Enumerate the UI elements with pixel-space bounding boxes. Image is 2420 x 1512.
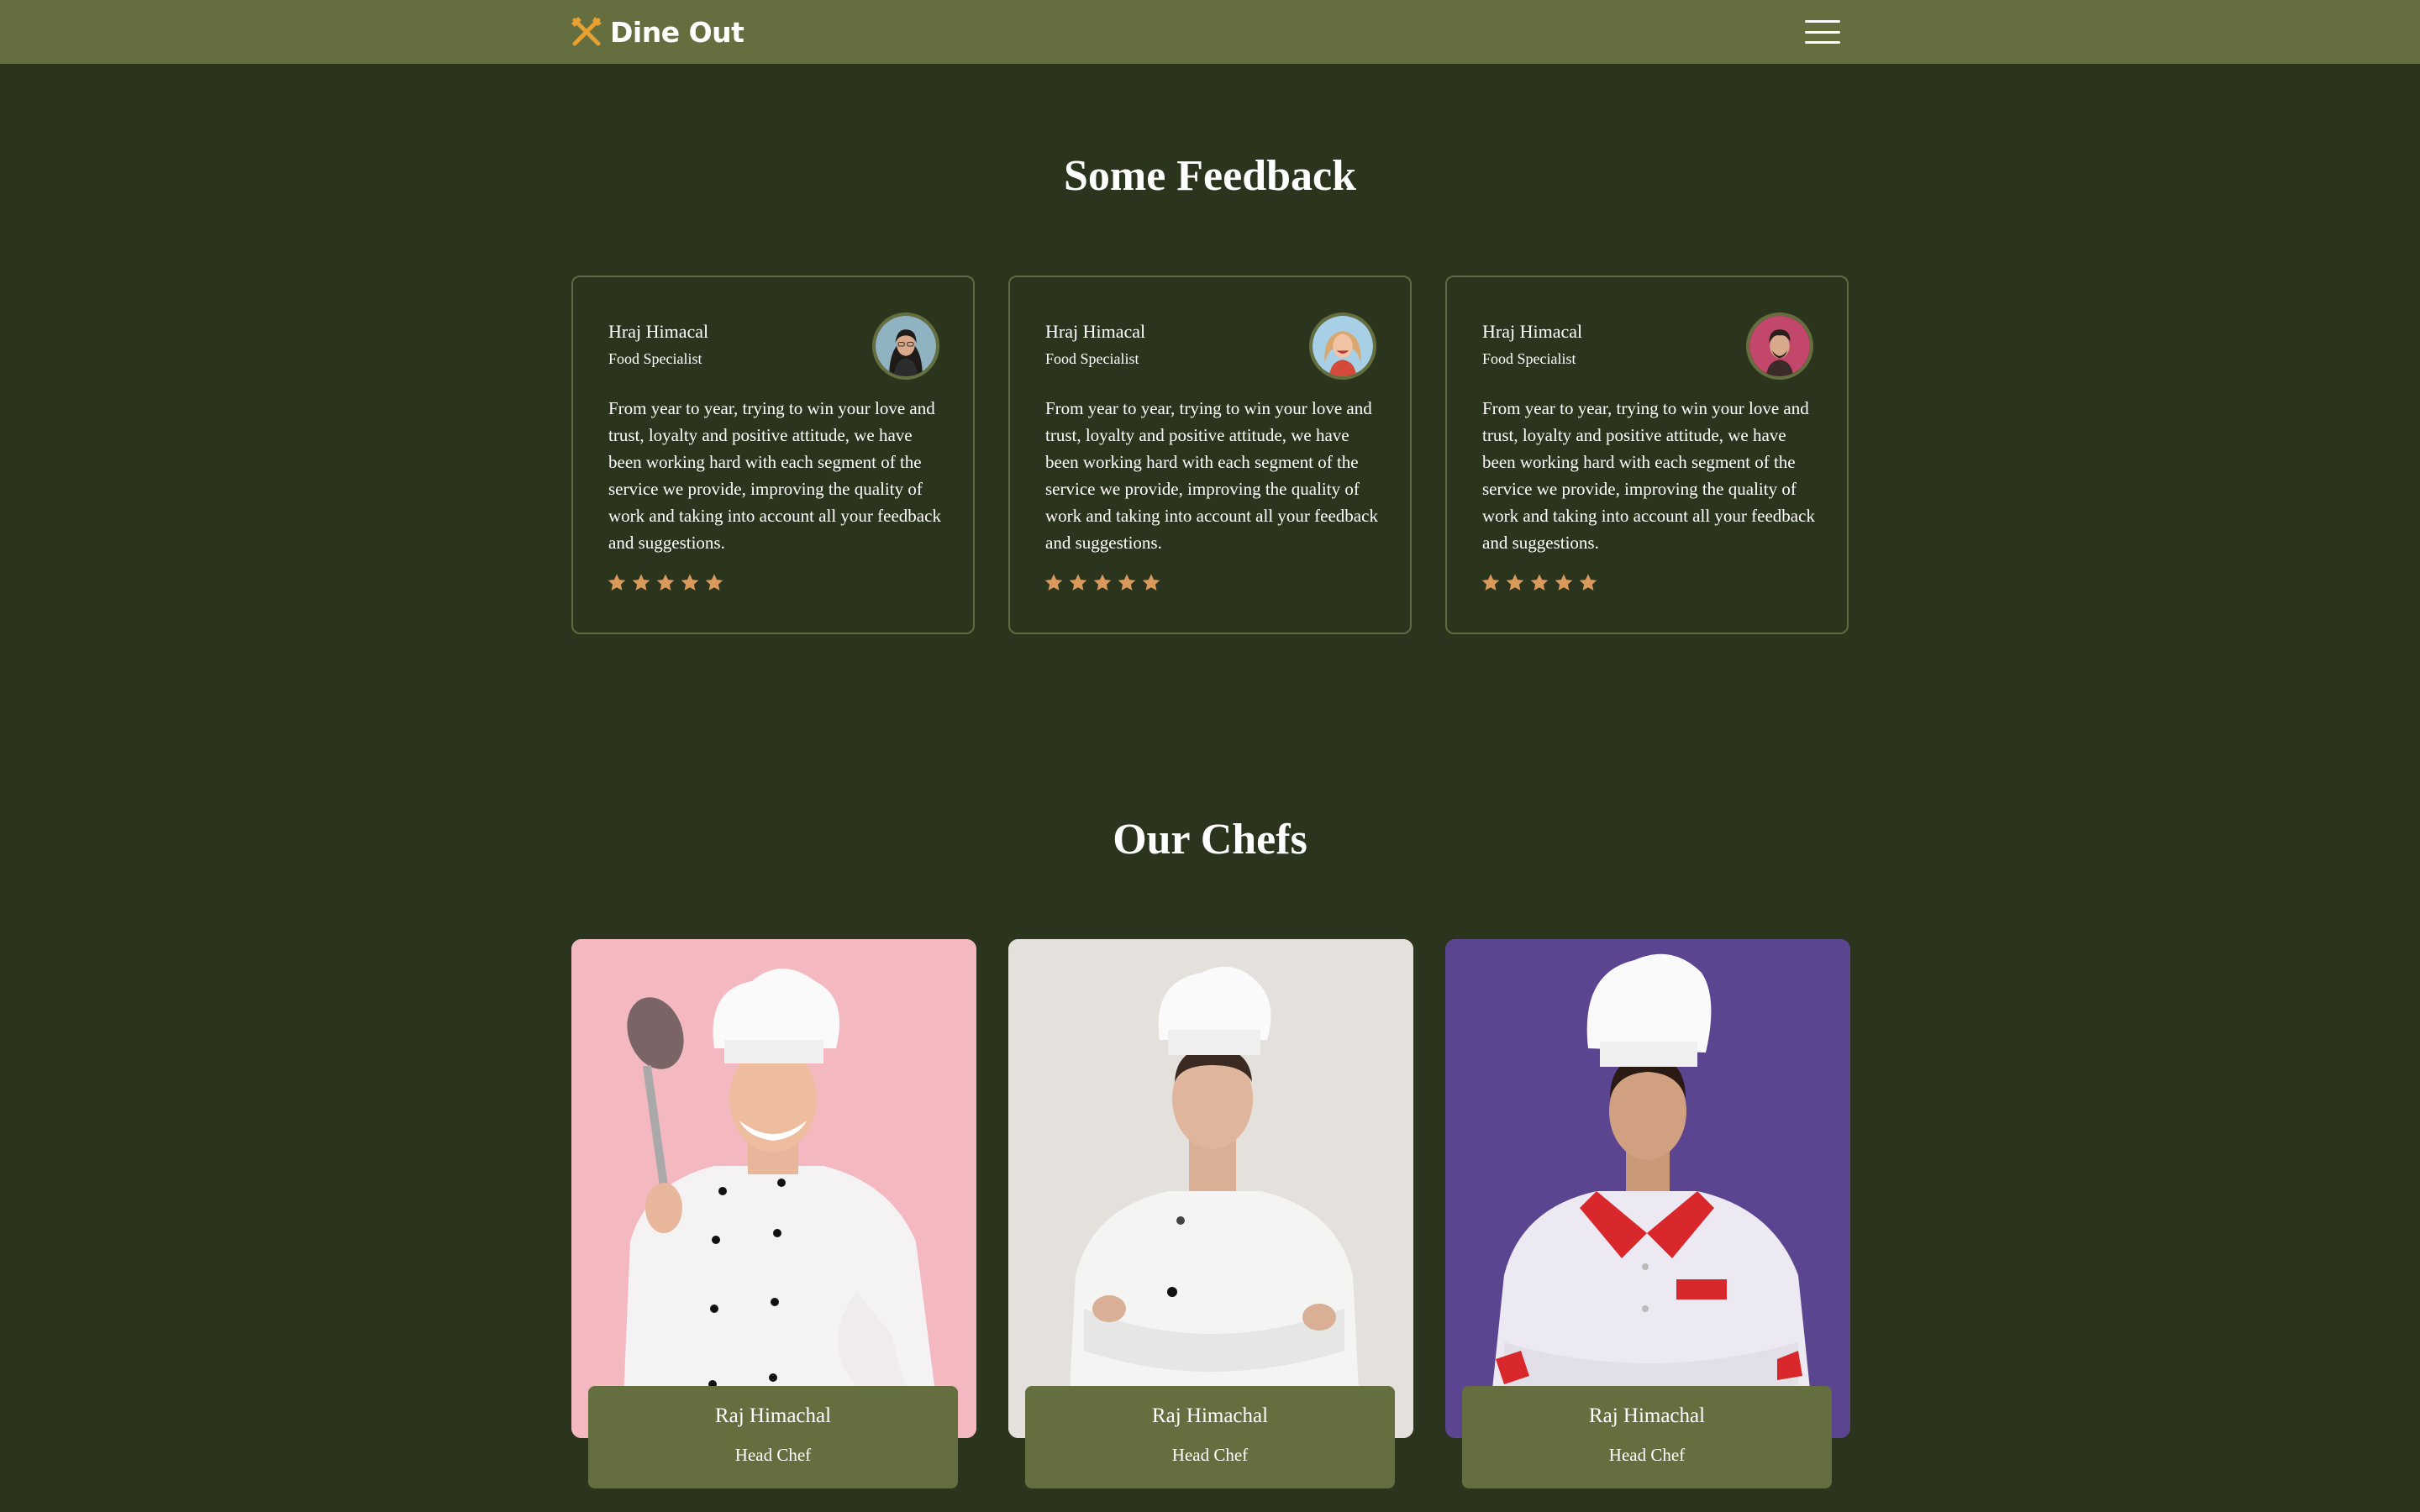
star-icon — [1481, 574, 1500, 591]
star-icon — [656, 574, 675, 591]
chef-role: Head Chef — [734, 1445, 812, 1465]
star-rating — [1044, 573, 1161, 593]
hamburger-menu-icon[interactable] — [1805, 20, 1840, 44]
feedback-card: Hraj Himacal Food Specialist From year t… — [1008, 276, 1412, 634]
brand-name: Dine Out — [610, 15, 744, 49]
star-icon — [1530, 574, 1549, 591]
reviewer-role: Food Specialist — [608, 350, 702, 367]
chef-name: Raj Himachal — [1588, 1404, 1706, 1427]
reviewer-avatar — [1746, 312, 1813, 380]
star-icon — [681, 574, 699, 591]
star-rating — [1481, 573, 1598, 593]
review-text: From year to year, trying to win your lo… — [1045, 398, 1378, 553]
star-icon — [1044, 574, 1063, 591]
reviewer-name: Hraj Himacal — [1482, 321, 1583, 342]
chef-info-card[interactable]: Raj Himachal Head Chef — [588, 1386, 958, 1488]
navbar: Dine Out — [0, 0, 2420, 64]
star-icon — [1142, 574, 1160, 591]
reviewer-avatar — [1309, 312, 1376, 380]
star-icon — [705, 574, 723, 591]
fork-knife-icon — [571, 17, 602, 46]
chef-info-card[interactable]: Raj Himachal Head Chef — [1025, 1386, 1395, 1488]
chef-photo[interactable] — [1008, 939, 1413, 1438]
reviewer-role: Food Specialist — [1482, 350, 1576, 367]
review-text: From year to year, trying to win your lo… — [1482, 398, 1815, 553]
feedback-card: Hraj Himacal Food Specialist From year t… — [571, 276, 975, 634]
feedback-section-title: Some Feedback — [1063, 152, 1357, 200]
reviewer-avatar — [872, 312, 939, 380]
star-icon — [632, 574, 650, 591]
reviewer-role: Food Specialist — [1045, 350, 1139, 367]
chef-role: Head Chef — [1608, 1445, 1686, 1465]
chef-photo[interactable] — [571, 939, 976, 1438]
chef-name: Raj Himachal — [714, 1404, 832, 1427]
chef-info-card[interactable]: Raj Himachal Head Chef — [1462, 1386, 1832, 1488]
chefs-section-title: Our Chefs — [1113, 816, 1307, 864]
star-icon — [1579, 574, 1597, 591]
chef-name: Raj Himachal — [1151, 1404, 1269, 1427]
review-text: From year to year, trying to win your lo… — [608, 398, 941, 553]
star-rating — [607, 573, 724, 593]
star-icon — [608, 574, 626, 591]
reviewer-name: Hraj Himacal — [608, 321, 709, 342]
chef-photo[interactable] — [1445, 939, 1850, 1438]
chef-role: Head Chef — [1171, 1445, 1249, 1465]
star-icon — [1506, 574, 1524, 591]
star-icon — [1118, 574, 1136, 591]
reviewer-name: Hraj Himacal — [1045, 321, 1146, 342]
brand-logo[interactable]: Dine Out — [570, 15, 744, 49]
star-icon — [1069, 574, 1087, 591]
star-icon — [1555, 574, 1573, 591]
star-icon — [1093, 574, 1112, 591]
feedback-card: Hraj Himacal Food Specialist From year t… — [1445, 276, 1849, 634]
